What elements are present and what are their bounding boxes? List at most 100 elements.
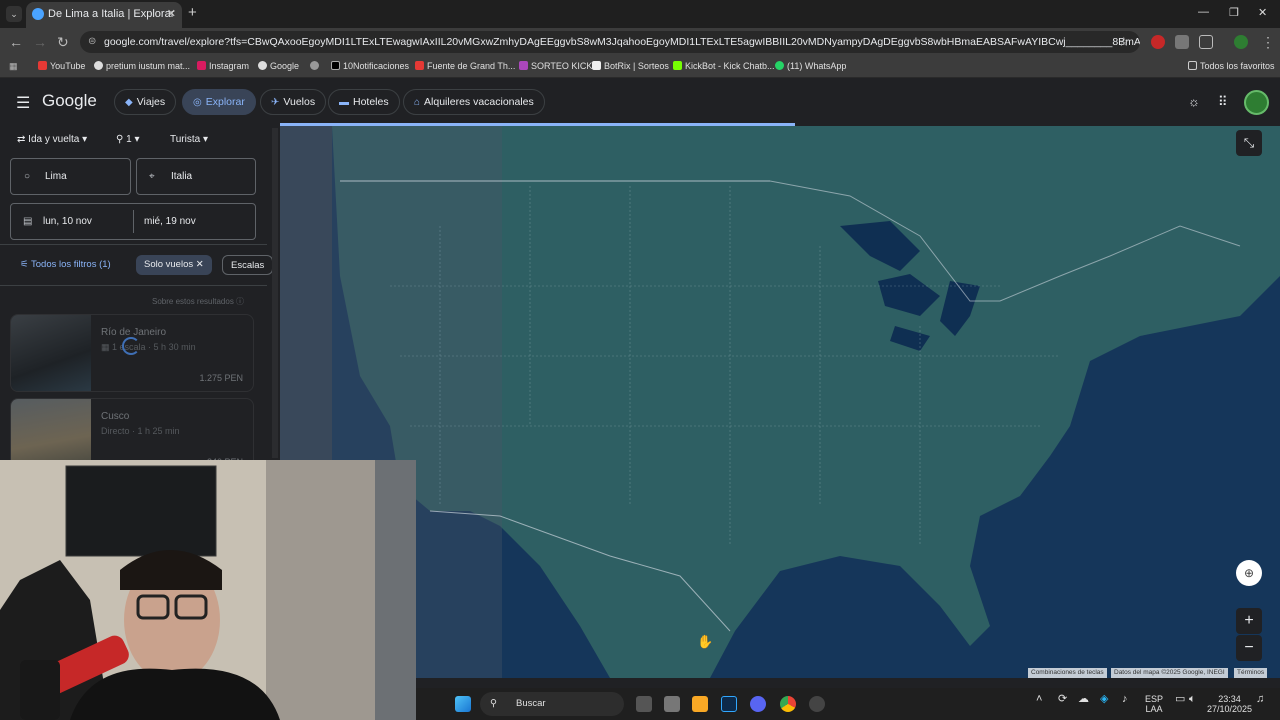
account-avatar[interactable] xyxy=(1244,90,1269,115)
file-explorer-icon[interactable] xyxy=(692,696,708,712)
bookmark-globe[interactable] xyxy=(310,61,322,71)
chip-close-icon[interactable]: ✕ xyxy=(196,259,204,270)
notifications-icon[interactable]: ♫ xyxy=(1256,694,1264,705)
chrome-icon[interactable] xyxy=(780,696,796,712)
tab-viajes[interactable]: ◆ Viajes xyxy=(114,89,177,115)
clock[interactable]: 23:34 27/10/2025 xyxy=(1207,694,1252,714)
bookmark-google[interactable]: Google xyxy=(258,61,299,71)
main-menu-icon[interactable]: ☰ xyxy=(16,93,30,113)
date-range-field[interactable]: ▤ lun, 10 nov mié, 19 nov xyxy=(10,203,256,240)
whatsapp-icon xyxy=(775,61,784,70)
trip-type-select[interactable]: ⇄ Ida y vuelta ▾ xyxy=(17,134,87,145)
windows-taskbar: ⚲ Buscar ˄ ⟳ ☁ ◈ ♪ ESP LAA ▭ 🔈︎ 23:34 27/1… xyxy=(416,688,1280,720)
back-icon[interactable]: ← xyxy=(9,34,23,50)
bookmark-whatsapp[interactable]: (11) WhatsApp xyxy=(775,61,846,71)
bookmark-instagram[interactable]: Instagram xyxy=(197,61,249,71)
origin-circle-icon: ○ xyxy=(24,171,31,182)
chevron-up-icon[interactable]: ˄ xyxy=(1036,694,1042,705)
origin-field[interactable]: ○ Lima xyxy=(10,158,131,195)
cabin-select[interactable]: Turista ▾ xyxy=(170,134,208,145)
return-date[interactable]: mié, 19 nov xyxy=(144,204,196,239)
destination-card-cusco[interactable]: Cusco Directo · 1 h 25 min 240 PEN xyxy=(10,398,254,468)
passengers-select[interactable]: ⚲ 1 ▾ xyxy=(116,134,139,145)
language-indicator[interactable]: ESP LAA xyxy=(1145,694,1163,714)
kickbot-icon xyxy=(673,61,682,70)
folder-icon xyxy=(1188,61,1197,70)
window-close-icon[interactable]: ✕ xyxy=(1258,6,1267,19)
kick-icon xyxy=(519,61,528,70)
forward-icon[interactable]: → xyxy=(33,34,47,50)
bookmark-star-icon[interactable]: ☆ xyxy=(1118,34,1130,50)
extension-gray-icon[interactable] xyxy=(1175,35,1189,49)
defender-icon[interactable]: ◈ xyxy=(1100,694,1108,705)
extension-red-icon[interactable] xyxy=(1151,35,1165,49)
tab-explorar[interactable]: ◎ Explorar xyxy=(182,89,256,115)
recenter-icon[interactable]: ⊕ xyxy=(1236,560,1262,586)
google-apps-icon[interactable]: ⠿ xyxy=(1218,94,1228,110)
microphone-icon[interactable]: ♪ xyxy=(1122,694,1128,705)
network-icon[interactable]: ▭ xyxy=(1175,694,1185,705)
extensions-puzzle-icon[interactable] xyxy=(1199,35,1213,49)
exit-fullscreen-icon[interactable]: ⤡ xyxy=(1236,130,1262,156)
bed-icon: ▬ xyxy=(339,97,349,108)
chrome-menu-icon[interactable]: ⋮ xyxy=(1261,34,1275,51)
tab-close-icon[interactable]: ✕ xyxy=(167,2,176,26)
zoom-in-icon[interactable]: + xyxy=(1236,608,1262,634)
bookmark-sorteo-kick[interactable]: SORTEO KICK xyxy=(519,61,592,71)
date-divider xyxy=(133,210,134,233)
new-tab-icon[interactable]: + xyxy=(188,4,197,21)
results-info-link[interactable]: Sobre estos resultados ⓘ xyxy=(152,296,244,307)
app-icon[interactable] xyxy=(664,696,680,712)
loading-spinner-icon xyxy=(122,337,140,355)
browser-tab-active[interactable]: De Lima a Italia | Explorar ✕ xyxy=(26,2,182,28)
task-view-icon[interactable] xyxy=(636,696,652,712)
keyboard-shortcuts-link[interactable]: Combinaciones de teclas xyxy=(1028,668,1107,678)
sync-icon[interactable]: ⟳ xyxy=(1058,694,1067,705)
apps-grid-icon[interactable]: ▦ xyxy=(9,61,18,72)
all-bookmarks-folder[interactable]: Todos los favoritos xyxy=(1188,61,1275,71)
destination-photo xyxy=(11,399,91,467)
destination-field[interactable]: ⌖ Italia xyxy=(136,158,256,195)
photoshop-icon[interactable] xyxy=(721,696,737,712)
fandom-icon xyxy=(415,61,424,70)
bookmark-kickbot[interactable]: KickBot - Kick Chatb... xyxy=(673,61,775,71)
explore-map[interactable]: ⤡ ⊕ + − ✋ xyxy=(280,126,1280,678)
discord-icon[interactable] xyxy=(750,696,766,712)
tab-vuelos[interactable]: ✈ Vuelos xyxy=(260,89,327,115)
profile-icon[interactable] xyxy=(1234,35,1248,49)
panel-scrollbar[interactable] xyxy=(272,128,278,458)
restore-icon[interactable]: ❐ xyxy=(1229,6,1239,19)
explore-icon: ◎ xyxy=(193,97,202,108)
all-filters-button[interactable]: ⚟ Todos los filtros (1) xyxy=(20,255,111,275)
volume-icon[interactable]: 🔈︎ xyxy=(1189,694,1196,705)
tab-alquileres[interactable]: ⌂ Alquileres vacacionales xyxy=(403,89,545,115)
google-logo[interactable]: Google xyxy=(42,91,97,111)
taskbar-search[interactable]: ⚲ Buscar xyxy=(480,692,624,716)
zoom-out-icon[interactable]: − xyxy=(1236,635,1262,661)
divider xyxy=(0,285,267,286)
cloud-icon[interactable]: ☁ xyxy=(1078,694,1089,705)
globe-icon xyxy=(310,61,319,70)
site-info-icon[interactable]: ⊜ xyxy=(88,31,96,53)
google-icon xyxy=(258,61,267,70)
minimize-icon[interactable]: — xyxy=(1198,6,1209,18)
bookmark-botrix[interactable]: BotRix | Sorteos xyxy=(592,61,669,71)
depart-date[interactable]: lun, 10 nov xyxy=(43,216,92,227)
app-icon[interactable] xyxy=(809,696,825,712)
tab-search-icon[interactable]: ⌄ xyxy=(6,6,22,22)
bookmark-pretium[interactable]: pretium iustum mat... xyxy=(94,61,190,71)
bookmark-fuente-gta[interactable]: Fuente de Grand Th... xyxy=(415,61,515,71)
terms-link[interactable]: Términos xyxy=(1234,668,1268,678)
tab-title: De Lima a Italia | Explorar xyxy=(48,8,175,20)
stops-filter-chip[interactable]: Escalas xyxy=(222,255,274,275)
url-field[interactable]: ⊜ google.com/travel/explore?tfs=CBwQAxoo… xyxy=(80,31,1140,53)
bookmark-youtube[interactable]: YouTube xyxy=(38,61,85,71)
theme-sun-icon[interactable]: ☼ xyxy=(1188,94,1200,109)
windows-start-icon[interactable] xyxy=(455,696,471,712)
search-panel: ⇄ Ida y vuelta ▾ ⚲ 1 ▾ Turista ▾ ○ Lima … xyxy=(0,125,280,468)
only-flights-chip[interactable]: Solo vuelos ✕ xyxy=(136,255,212,275)
map-data-attribution: Datos del mapa ©2025 Google, INEGI xyxy=(1111,668,1228,678)
tab-hoteles[interactable]: ▬ Hoteles xyxy=(328,89,400,115)
reload-icon[interactable]: ↻ xyxy=(57,34,69,51)
bookmark-10notificaciones[interactable]: 10Notificaciones xyxy=(331,61,409,71)
